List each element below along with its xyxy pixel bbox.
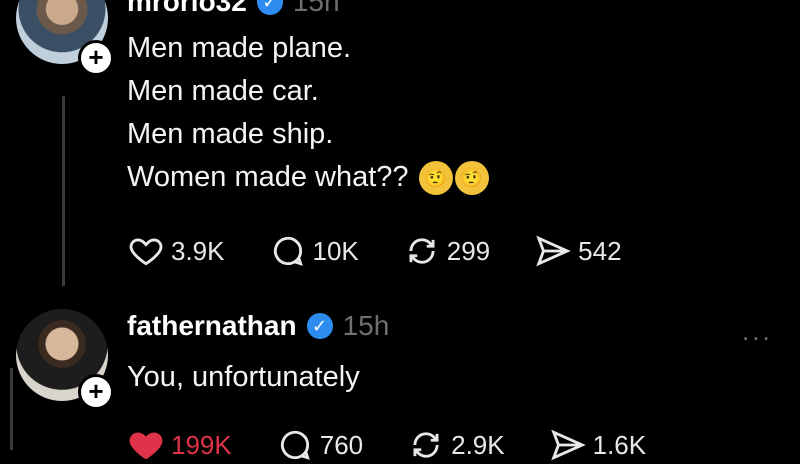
- post-line: Men made ship.: [127, 118, 334, 150]
- thread-line: [10, 368, 13, 450]
- like-button[interactable]: 3.9K: [127, 232, 225, 270]
- like-button[interactable]: 199K: [127, 426, 232, 464]
- repost-count: 2.9K: [451, 429, 505, 460]
- username[interactable]: fathernathan: [127, 310, 297, 342]
- post-line-last: Women made what?? 🤨 🤨: [127, 156, 489, 199]
- raised-eyebrow-emoji-icon: 🤨: [454, 161, 489, 196]
- post-line: Men made car.: [127, 75, 319, 107]
- post-line: Men made plane.: [127, 32, 352, 64]
- reply-button[interactable]: 10K: [269, 232, 359, 270]
- timestamp: 15h: [342, 310, 390, 341]
- share-count: 542: [578, 235, 622, 266]
- action-bar: 3.9K 10K 299 542: [127, 232, 666, 270]
- post-header: fathernathan ✓ 15h: [127, 310, 389, 342]
- speech-bubble-icon: [280, 430, 310, 460]
- thread-line: [62, 96, 65, 286]
- timestamp: 15h: [292, 0, 340, 17]
- heart-icon: [129, 238, 163, 266]
- more-options-icon[interactable]: ...: [742, 316, 773, 347]
- post-line: Women made what??: [127, 161, 409, 193]
- like-count: 199K: [171, 429, 232, 460]
- repost-button[interactable]: 299: [403, 232, 490, 270]
- send-icon: [536, 235, 571, 267]
- post-text: You, unfortunately: [127, 361, 360, 393]
- raised-eyebrow-emoji-icon: 🤨: [418, 161, 453, 196]
- send-icon: [550, 429, 586, 461]
- reply-button[interactable]: 760: [276, 426, 363, 464]
- reply-count: 760: [319, 429, 364, 460]
- action-bar: 199K 760 2.9K 1.6K: [127, 426, 690, 464]
- speech-bubble-icon: [273, 236, 303, 266]
- like-count: 3.9K: [171, 235, 225, 266]
- post-text: Men made plane. Men made car. Men made s…: [127, 27, 489, 199]
- repost-count: 299: [446, 235, 491, 266]
- post-header: mrorlo32 ✓ 15h: [127, 0, 340, 18]
- follow-plus-icon[interactable]: +: [78, 374, 114, 410]
- heart-filled-icon: [129, 432, 163, 460]
- verified-badge-icon: ✓: [256, 0, 283, 15]
- repost-icon: [409, 238, 435, 264]
- follow-plus-icon[interactable]: +: [78, 40, 114, 76]
- repost-icon: [413, 432, 439, 458]
- share-button[interactable]: 1.6K: [549, 426, 647, 464]
- username[interactable]: mrorlo32: [127, 0, 247, 18]
- verified-badge-icon: ✓: [306, 313, 333, 339]
- share-count: 1.6K: [592, 429, 647, 460]
- reply-count: 10K: [312, 235, 359, 266]
- share-button[interactable]: 542: [534, 232, 622, 270]
- repost-button[interactable]: 2.9K: [407, 426, 505, 464]
